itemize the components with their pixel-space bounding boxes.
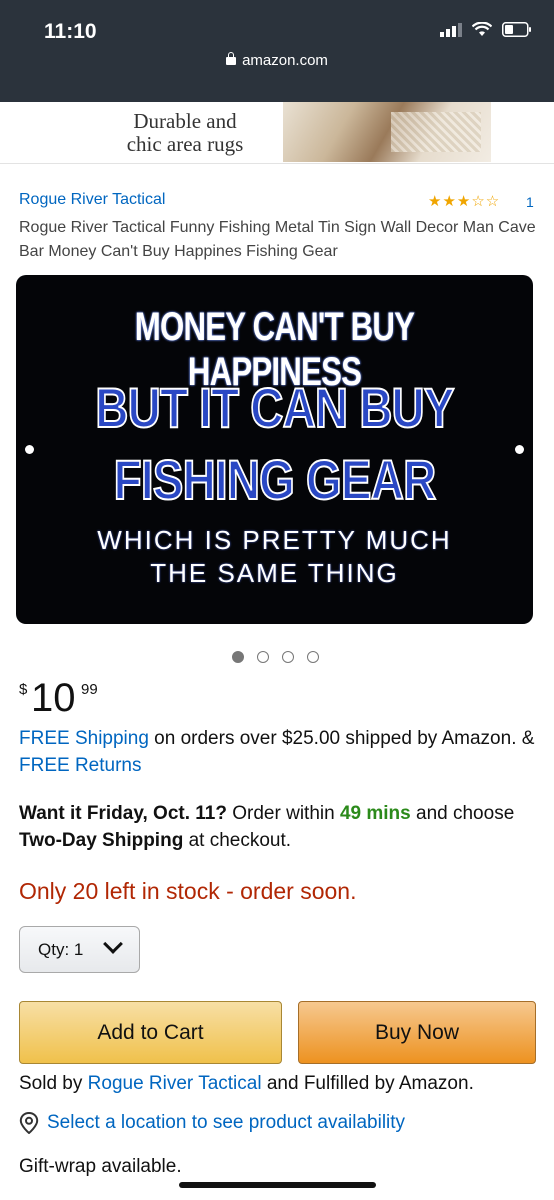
ad-banner[interactable]: Durable and chic area rugs: [0, 102, 554, 164]
delivery-text: Order within: [226, 803, 340, 824]
ad-text-line-1: Durable and: [133, 109, 237, 133]
stock-warning: Only 20 left in stock - order soon.: [19, 878, 357, 904]
pager-dot-1[interactable]: [232, 651, 244, 663]
location-selector[interactable]: Select a location to see product availab…: [19, 1110, 405, 1136]
product-image[interactable]: MONEY CAN'T BUY HAPPINESS BUT IT CAN BUY…: [16, 275, 533, 624]
free-shipping-link[interactable]: FREE Shipping: [19, 728, 149, 749]
delivery-text: at checkout.: [183, 830, 292, 851]
price-whole: 10: [31, 676, 76, 720]
ad-text-line-2: chic area rugs: [126, 132, 244, 156]
gift-wrap-info: Gift-wrap available.: [19, 1156, 182, 1177]
price-fraction: 99: [81, 681, 98, 698]
pager-dot-4[interactable]: [307, 651, 319, 663]
cellular-signal-icon: [440, 22, 462, 37]
seller-info: Sold by Rogue River Tactical and Fulfill…: [19, 1072, 539, 1096]
shipping-info: FREE Shipping on orders over $25.00 ship…: [19, 725, 539, 779]
quantity-select[interactable]: Qty: 1: [19, 926, 140, 973]
seller-link[interactable]: Rogue River Tactical: [88, 1073, 262, 1094]
sign-text-line: THE SAME THING: [150, 558, 399, 588]
delivery-info: Want it Friday, Oct. 11? Order within 49…: [19, 800, 539, 854]
location-pin-icon: [19, 1112, 39, 1134]
shipping-text: on orders over $25.00 shipped by Amazon.…: [148, 728, 535, 749]
price-currency: $: [19, 681, 28, 698]
fulfilled-text: and Fulfilled by Amazon.: [261, 1073, 474, 1094]
delivery-date: Want it Friday, Oct. 11?: [19, 803, 227, 824]
pager-dot-3[interactable]: [282, 651, 294, 663]
quantity-label: Qty:: [38, 940, 70, 959]
status-bar: 11:10 amazon.com: [0, 0, 554, 102]
wifi-icon: [472, 22, 492, 36]
sign-text-line: BUT IT CAN BUY: [94, 375, 455, 440]
battery-icon: [502, 22, 531, 37]
delivery-countdown: 49 mins: [339, 803, 411, 824]
free-returns-link[interactable]: FREE Returns: [19, 755, 141, 776]
url-text: amazon.com: [242, 52, 328, 69]
sign-text-line: WHICH IS PRETTY MUCH: [97, 525, 452, 555]
shipping-option: Two-Day Shipping: [19, 830, 184, 851]
image-pager[interactable]: [232, 651, 319, 663]
chevron-down-icon: [103, 934, 123, 954]
home-indicator: [179, 1182, 376, 1188]
lock-icon: [226, 52, 237, 65]
product-title: Rogue River Tactical Funny Fishing Metal…: [19, 219, 536, 260]
buy-now-button[interactable]: Buy Now: [298, 1001, 536, 1064]
sold-by-text: Sold by: [19, 1073, 88, 1094]
delivery-text: and choose: [410, 803, 515, 824]
location-link[interactable]: Select a location to see product availab…: [47, 1110, 405, 1136]
url-bar[interactable]: amazon.com: [0, 52, 554, 69]
ad-text: Durable and chic area rugs: [110, 110, 260, 156]
ad-rug-image: [283, 102, 491, 162]
quantity-value: 1: [73, 940, 84, 959]
rating-stars[interactable]: ★★★☆☆: [428, 192, 500, 210]
status-time: 11:10: [44, 20, 97, 43]
brand-link[interactable]: Rogue River Tactical: [19, 191, 165, 209]
sign-mounting-hole: [515, 445, 524, 454]
review-count[interactable]: 1: [526, 194, 534, 210]
status-icons: [440, 22, 532, 37]
add-to-cart-button[interactable]: Add to Cart: [19, 1001, 282, 1064]
sign-mounting-hole: [25, 445, 34, 454]
sign-text-line: FISHING GEAR: [113, 447, 437, 512]
pager-dot-2[interactable]: [257, 651, 269, 663]
